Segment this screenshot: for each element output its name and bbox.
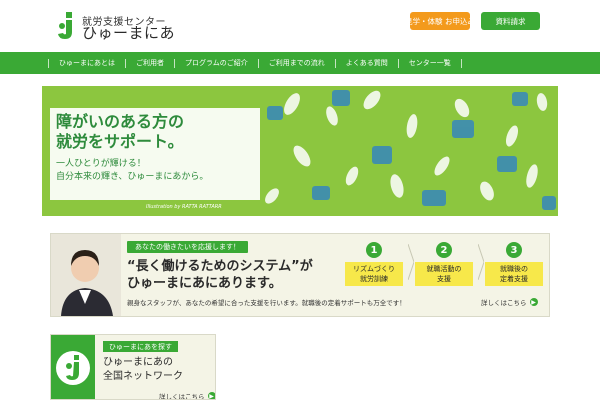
step-separator-icon: [408, 244, 414, 280]
banner-more-label: 詳しくはこちら: [481, 299, 527, 307]
nav-item-centers[interactable]: センター一覧: [397, 58, 461, 68]
arrow-right-icon: ▶: [207, 392, 215, 400]
network-logo-panel: [51, 335, 95, 399]
arrow-right-icon: ▶: [529, 298, 538, 306]
network-title: ひゅーまにあの 全国ネットワーク: [103, 356, 183, 384]
request-docs-button[interactable]: 資料請求: [481, 12, 540, 30]
step-label-line2: 就労訓練: [360, 275, 388, 283]
visit-apply-button[interactable]: 見学・体験 お申込み: [405, 12, 475, 30]
step-label-line1: 就職後の: [500, 265, 528, 273]
network-tag: ひゅーまにあを探す: [103, 341, 178, 352]
network-more-label: 詳しくはこちら: [159, 393, 205, 400]
step-2: 2 就職活動の 支援: [415, 242, 473, 286]
hero-banner[interactable]: 障がいのある方の 就労をサポート。 一人ひとりが輝ける！ 自分本来の輝き、ひゅー…: [42, 86, 558, 216]
support-system-banner[interactable]: あなたの働きたいを応援します！ “長く働けるためのシステム”が ひゅーまにあにあ…: [50, 233, 550, 317]
step-separator-icon: [478, 244, 484, 280]
global-nav: ひゅーまにあとは ご利用者 プログラムのご紹介 ご利用までの流れ よくある質問 …: [0, 52, 600, 74]
step-label-line2: 支援: [437, 275, 451, 283]
step-3: 3 就職後の 定着支援: [485, 242, 543, 286]
step-label: リズムづくり 就労訓練: [345, 262, 403, 286]
hero-credit: Illustration by RATTA RATTARR: [146, 204, 222, 210]
banner-headline: “長く働けるためのシステム”が ひゅーまにあにあります。: [127, 258, 313, 292]
j-bird-logo-icon[interactable]: [56, 12, 78, 40]
step-label-line1: 就職活動の: [426, 265, 462, 273]
nav-item-about[interactable]: ひゅーまにあとは: [48, 58, 125, 68]
banner-more-link[interactable]: 詳しくはこちら ▶: [481, 297, 538, 307]
nav-item-users[interactable]: ご利用者: [125, 58, 174, 68]
banner-headline-line1: “長く働けるためのシステム”が: [127, 259, 313, 274]
step-1: 1 リズムづくり 就労訓練: [345, 242, 403, 286]
nav-divider: [460, 58, 462, 68]
nav-item-faq[interactable]: よくある質問: [334, 58, 398, 68]
step-label-line2: 定着支援: [500, 275, 528, 283]
banner-headline-line2: ひゅーまにあにあります。: [127, 276, 282, 291]
network-card[interactable]: ひゅーまにあを探す ひゅーまにあの 全国ネットワーク 詳しくはこちら ▶: [50, 334, 216, 400]
hero-title-line2: 就労をサポート。: [56, 132, 184, 151]
hero-title-line1: 障がいのある方の: [56, 112, 185, 131]
logo-title[interactable]: ひゅーまにあ: [82, 22, 175, 43]
staff-photo: [51, 234, 121, 316]
banner-description: 親身なスタッフが、あなたの希望に合った支援を行います。就職後の定着サポートも万全…: [127, 299, 406, 307]
network-title-line2: 全国ネットワーク: [103, 371, 183, 382]
step-label: 就職活動の 支援: [415, 262, 473, 286]
site-header: 就労支援センター ひゅーまにあ 見学・体験 お申込み 資料請求: [0, 0, 600, 52]
network-more-link[interactable]: 詳しくはこちら ▶: [159, 391, 215, 400]
hero-title: 障がいのある方の 就労をサポート。: [56, 112, 184, 152]
step-label-line1: リズムづくり: [353, 265, 395, 273]
banner-tag: あなたの働きたいを応援します！: [127, 241, 248, 253]
hero-sub-line2: 自分本来の輝き、ひゅーまにあから。: [56, 172, 209, 182]
j-bird-logo-icon: [56, 351, 90, 385]
nav-item-flow[interactable]: ご利用までの流れ: [257, 58, 335, 68]
nav-item-programs[interactable]: プログラムのご紹介: [174, 58, 258, 68]
step-number: 2: [436, 242, 452, 258]
step-number: 3: [506, 242, 522, 258]
step-number: 1: [366, 242, 382, 258]
network-title-line1: ひゅーまにあの: [103, 357, 173, 368]
hero-subtitle: 一人ひとりが輝ける！ 自分本来の輝き、ひゅーまにあから。: [56, 158, 208, 184]
hero-sub-line1: 一人ひとりが輝ける！: [56, 159, 146, 169]
step-label: 就職後の 定着支援: [485, 262, 543, 286]
